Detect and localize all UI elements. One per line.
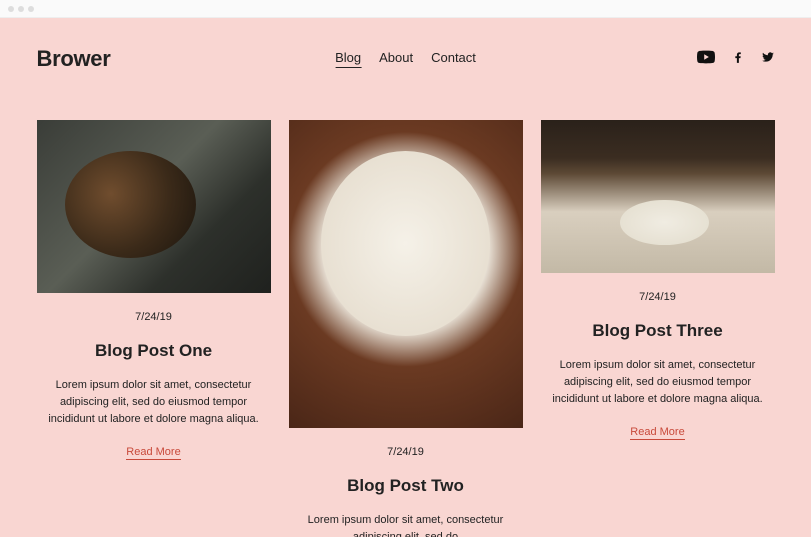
post-date: 7/24/19 [639,291,676,303]
twitter-icon [761,51,775,68]
facebook-link[interactable] [731,50,745,69]
post-date: 7/24/19 [387,446,424,458]
post-title[interactable]: Blog Post Three [592,321,722,341]
browser-chrome [0,0,811,18]
site-header: Brower Blog About Contact [37,18,775,120]
social-links [697,48,775,71]
window-min-dot[interactable] [18,6,24,12]
post-image[interactable] [289,120,523,428]
read-more-link[interactable]: Read More [126,446,180,460]
blog-card: 7/24/19 Blog Post Three Lorem ipsum dolo… [541,120,775,537]
blog-card: 7/24/19 Blog Post One Lorem ipsum dolor … [37,120,271,537]
post-image[interactable] [37,120,271,293]
primary-nav: Blog About Contact [335,50,476,68]
window-close-dot[interactable] [8,6,14,12]
post-excerpt: Lorem ipsum dolor sit amet, consectetur … [37,377,271,428]
nav-contact[interactable]: Contact [431,50,476,68]
post-image[interactable] [541,120,775,273]
read-more-link[interactable]: Read More [630,426,684,440]
post-date: 7/24/19 [135,311,172,323]
youtube-link[interactable] [697,48,715,71]
window-max-dot[interactable] [28,6,34,12]
youtube-icon [697,53,715,70]
post-excerpt: Lorem ipsum dolor sit amet, consectetur … [541,357,775,408]
site-title[interactable]: Brower [37,46,111,72]
blog-grid: 7/24/19 Blog Post One Lorem ipsum dolor … [37,120,775,537]
facebook-icon [731,51,745,68]
nav-blog[interactable]: Blog [335,50,361,68]
twitter-link[interactable] [761,50,775,69]
post-title[interactable]: Blog Post One [95,341,212,361]
blog-card: 7/24/19 Blog Post Two Lorem ipsum dolor … [289,120,523,537]
nav-about[interactable]: About [379,50,413,68]
page-body: Brower Blog About Contact [0,18,811,537]
post-title[interactable]: Blog Post Two [347,476,464,496]
post-excerpt: Lorem ipsum dolor sit amet, consectetur … [289,512,523,537]
